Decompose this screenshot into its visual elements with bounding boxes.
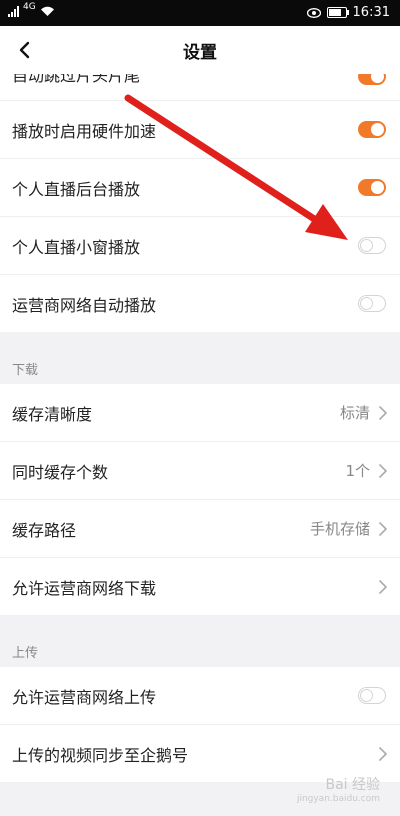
status-bar: 4G 16:31 <box>0 0 400 26</box>
playback-group: 自动跳过片头片尾 播放时启用硬件加速 个人直播后台播放 个人直播小窗播放 运营商… <box>0 74 400 332</box>
upload-group: 允许运营商网络上传 上传的视频同步至企鹅号 <box>0 667 400 782</box>
chevron-right-icon <box>379 746 387 761</box>
chevron-right-icon <box>379 579 387 594</box>
network-type: 4G <box>23 2 36 12</box>
watermark-text: Bai 经验 <box>325 777 380 793</box>
row-label: 上传的视频同步至企鹅号 <box>12 745 189 765</box>
row-label: 同时缓存个数 <box>12 462 109 482</box>
settings-row-cache-quality[interactable]: 缓存清晰度 标清 <box>0 384 400 442</box>
settings-row-live-mini-window[interactable]: 个人直播小窗播放 <box>0 217 400 275</box>
toggle-switch-on[interactable] <box>358 121 386 138</box>
row-label: 个人直播小窗播放 <box>12 237 141 257</box>
row-value: 1个 <box>345 462 370 480</box>
row-label: 播放时启用硬件加速 <box>12 121 157 141</box>
settings-row-cellular-download[interactable]: 允许运营商网络下载 <box>0 558 400 615</box>
toggle-switch-off[interactable] <box>358 295 386 312</box>
row-label: 允许运营商网络上传 <box>12 687 157 707</box>
toggle-switch-off[interactable] <box>358 237 386 254</box>
section-header-download: 下载 <box>0 332 400 384</box>
settings-content: 自动跳过片头片尾 播放时启用硬件加速 个人直播后台播放 个人直播小窗播放 运营商… <box>0 74 400 782</box>
toggle-switch-on[interactable] <box>358 179 386 196</box>
battery-icon <box>326 7 349 18</box>
settings-row-live-background[interactable]: 个人直播后台播放 <box>0 159 400 217</box>
section-header-upload: 上传 <box>0 615 400 667</box>
wifi-icon <box>40 6 54 16</box>
status-time: 16:31 <box>352 5 390 20</box>
signal-icon <box>8 5 19 17</box>
row-value: 手机存储 <box>309 520 370 538</box>
watermark: Bai 经验 jingyan.baidu.com <box>297 774 380 804</box>
watermark-sub: jingyan.baidu.com <box>296 794 380 804</box>
eye-icon <box>306 7 321 18</box>
toggle-switch-on[interactable] <box>358 74 386 85</box>
row-label: 个人直播后台播放 <box>12 179 141 199</box>
row-label: 运营商网络自动播放 <box>12 295 157 315</box>
row-value: 标清 <box>339 404 370 422</box>
settings-row-cellular-autoplay[interactable]: 运营商网络自动播放 <box>0 275 400 332</box>
row-label: 自动跳过片头片尾 <box>12 74 141 85</box>
toggle-switch-off[interactable] <box>358 687 386 704</box>
section-title: 下载 <box>12 363 39 378</box>
row-label: 缓存清晰度 <box>12 404 93 424</box>
chevron-right-icon <box>379 521 387 536</box>
settings-row-cache-count[interactable]: 同时缓存个数 1个 <box>0 442 400 500</box>
row-label: 允许运营商网络下载 <box>12 578 157 598</box>
row-label: 缓存路径 <box>12 520 77 540</box>
settings-row-hardware-accel[interactable]: 播放时启用硬件加速 <box>0 101 400 159</box>
page-title: 设置 <box>183 43 217 63</box>
settings-row-cellular-upload[interactable]: 允许运营商网络上传 <box>0 667 400 725</box>
chevron-right-icon <box>379 405 387 420</box>
download-group: 缓存清晰度 标清 同时缓存个数 1个 缓存路径 手机存储 允许运营商网络下载 <box>0 384 400 615</box>
settings-row-cache-path[interactable]: 缓存路径 手机存储 <box>0 500 400 558</box>
chevron-right-icon <box>379 463 387 478</box>
settings-row-skip-intro[interactable]: 自动跳过片头片尾 <box>0 74 400 101</box>
nav-bar: 设置 <box>0 26 400 74</box>
section-title: 上传 <box>12 646 39 661</box>
